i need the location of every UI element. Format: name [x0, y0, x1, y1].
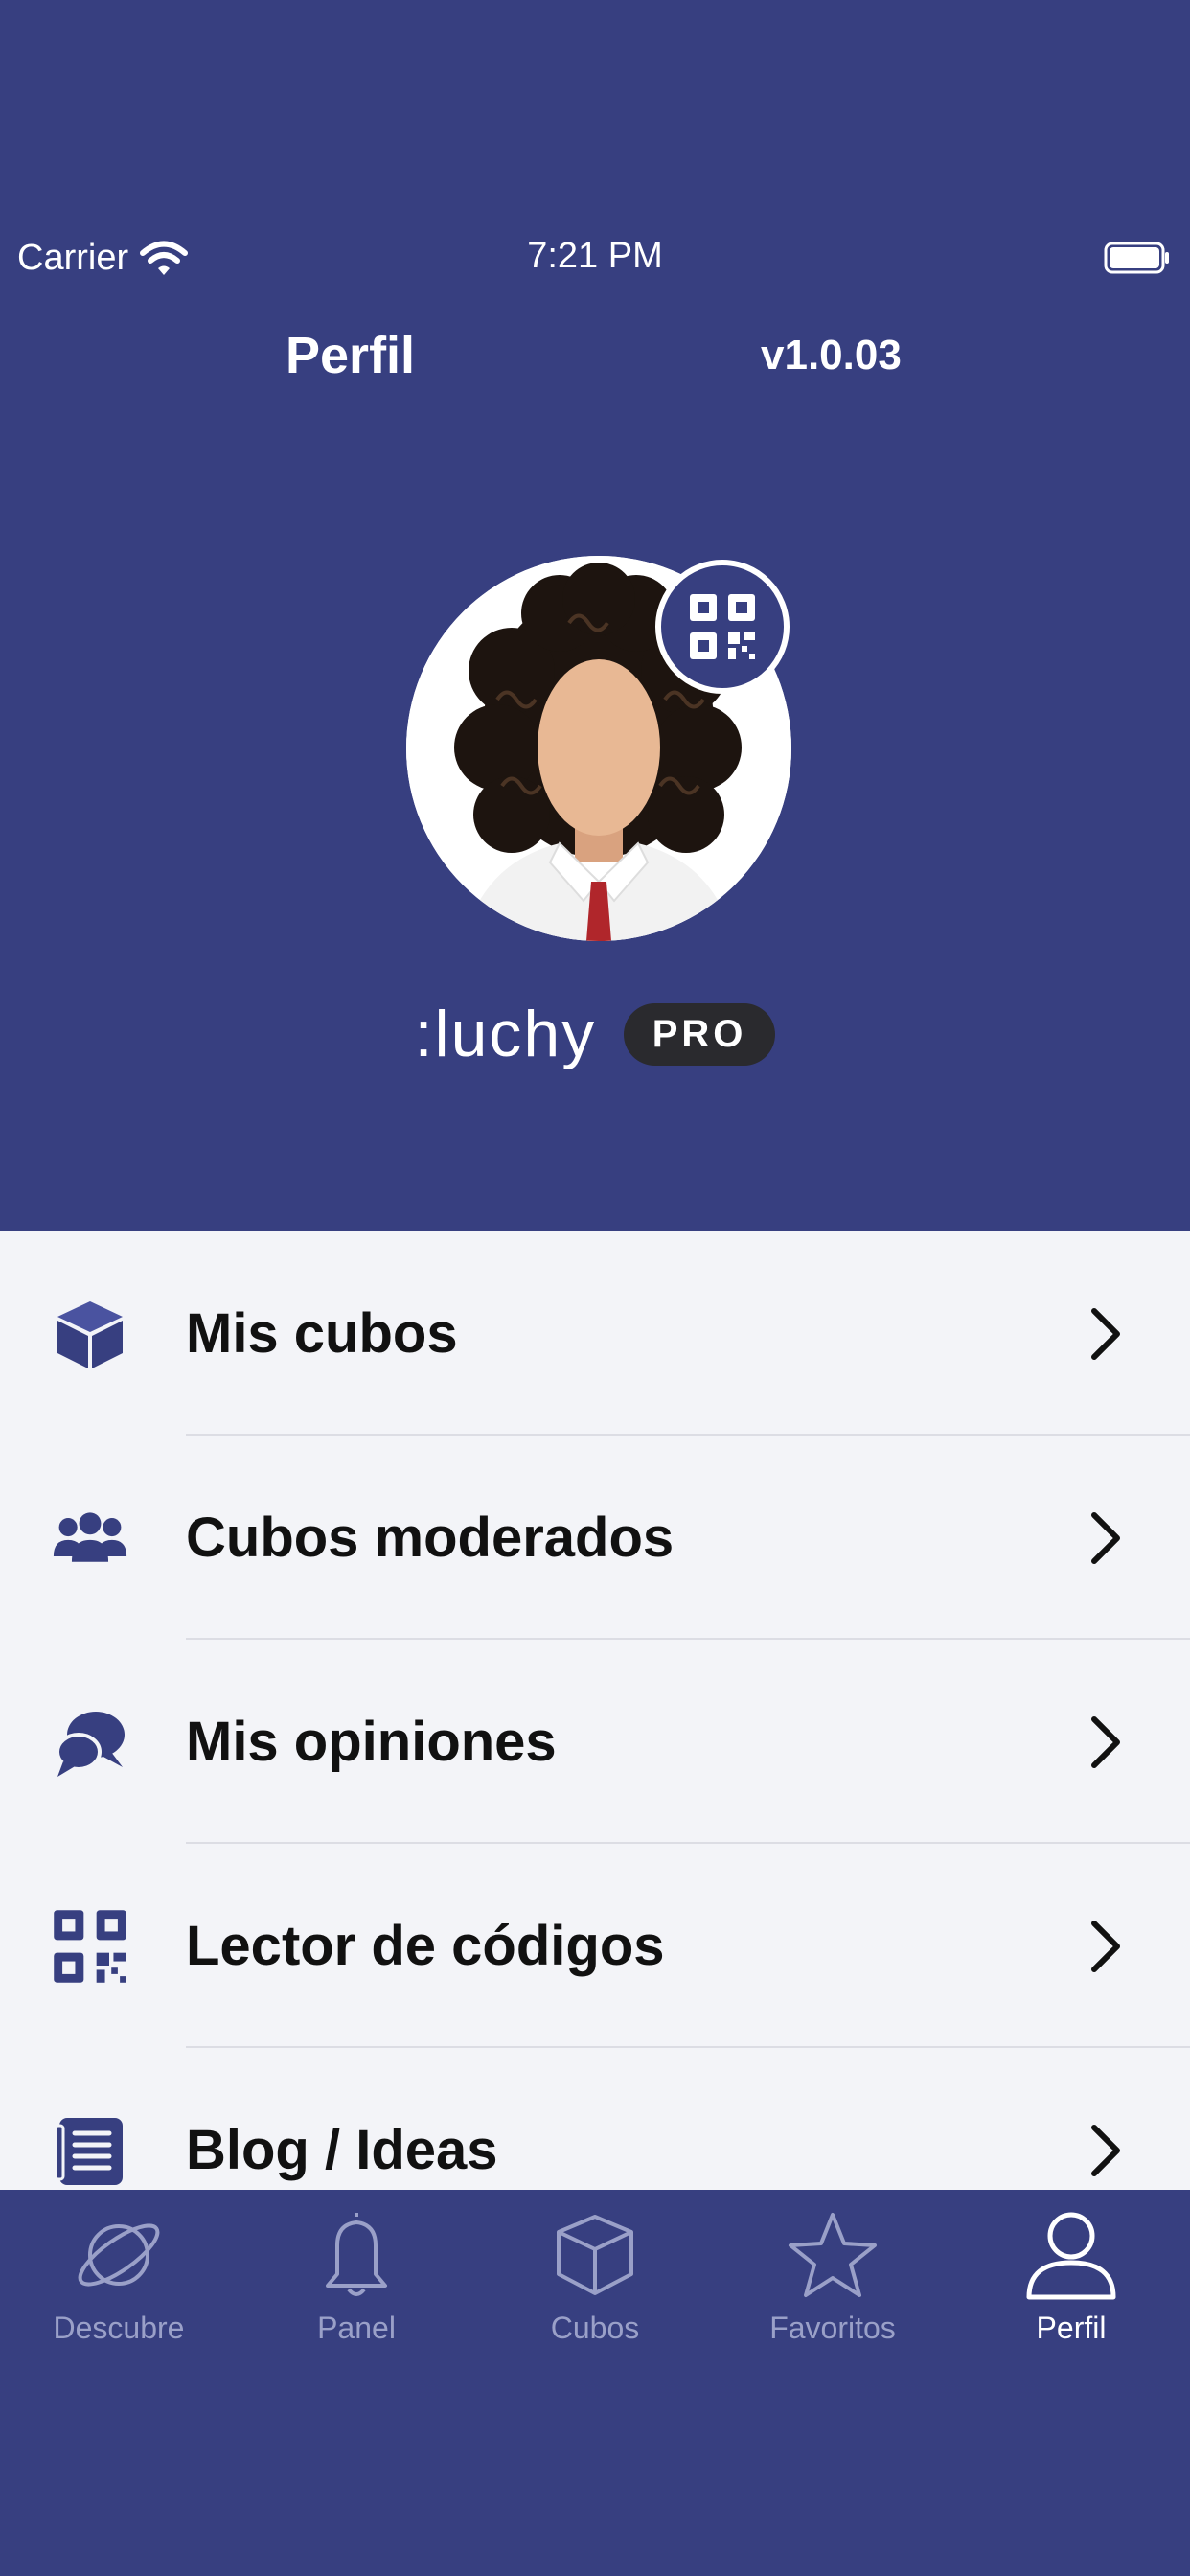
- star-icon: [789, 2213, 877, 2297]
- menu-item-label: Mis opiniones: [186, 1711, 557, 1773]
- user-row: :luchy PRO: [0, 997, 1190, 1071]
- menu-item-mis-cubos[interactable]: Mis cubos: [0, 1231, 1190, 1436]
- chat-bubbles-icon: [52, 1704, 128, 1781]
- tab-label: Cubos: [550, 2311, 640, 2345]
- qr-code-icon: [52, 1908, 128, 1985]
- cube-icon: [52, 1296, 128, 1372]
- cube-outline-icon: [557, 2215, 633, 2295]
- tab-label: Perfil: [1036, 2311, 1107, 2345]
- menu-item-label: Lector de códigos: [186, 1915, 665, 1977]
- qr-code-icon: [690, 594, 755, 659]
- battery-icon: [1104, 242, 1169, 274]
- menu-item-label: Cubos moderados: [186, 1506, 675, 1569]
- chevron-right-icon: [1091, 2124, 1120, 2176]
- menu-item-cubos-moderados[interactable]: Cubos moderados: [0, 1436, 1190, 1640]
- username: :luchy: [414, 998, 597, 1070]
- menu-item-label: Mis cubos: [186, 1302, 458, 1365]
- group-icon: [52, 1500, 128, 1576]
- chevron-right-icon: [1091, 1715, 1120, 1768]
- chevron-right-icon: [1091, 1511, 1120, 1564]
- tab-favoritos[interactable]: Favoritos: [714, 2209, 951, 2346]
- menu-item-lector-de-codigos[interactable]: Lector de códigos: [0, 1844, 1190, 2048]
- tab-label: Panel: [317, 2311, 396, 2345]
- pro-badge: PRO: [623, 1002, 776, 1066]
- tab-panel[interactable]: Panel: [238, 2209, 475, 2346]
- tab-descubre[interactable]: Descubre: [0, 2209, 238, 2346]
- chevron-right-icon: [1091, 1920, 1120, 1972]
- nav-header: Perfil v1.0.03: [0, 316, 1190, 402]
- user-icon: [1026, 2212, 1116, 2300]
- menu-item-mis-opiniones[interactable]: Mis opiniones: [0, 1640, 1190, 1844]
- blog-icon: [52, 2112, 128, 2189]
- menu-item-label: Blog / Ideas: [186, 2119, 498, 2181]
- tab-bar: Descubre Panel Cubos Favoritos Perfil: [0, 2190, 1190, 2576]
- profile-menu: Mis cubos Cubos moderados Mis opiniones …: [0, 1231, 1190, 2190]
- version-label: v1.0.03: [761, 332, 902, 379]
- tab-label: Descubre: [53, 2311, 185, 2345]
- menu-item-blog-ideas[interactable]: Blog / Ideas: [0, 2048, 1190, 2190]
- status-bar: Carrier 7:21 PM: [0, 220, 1190, 297]
- tab-cubos[interactable]: Cubos: [476, 2209, 714, 2346]
- tab-perfil[interactable]: Perfil: [952, 2209, 1190, 2346]
- qr-badge-button[interactable]: [655, 560, 790, 694]
- planet-icon: [78, 2223, 160, 2287]
- clock: 7:21 PM: [527, 236, 663, 276]
- chevron-right-icon: [1091, 1307, 1120, 1360]
- tab-label: Favoritos: [769, 2311, 896, 2345]
- page-title: Perfil: [286, 327, 416, 384]
- bell-icon: [326, 2213, 387, 2296]
